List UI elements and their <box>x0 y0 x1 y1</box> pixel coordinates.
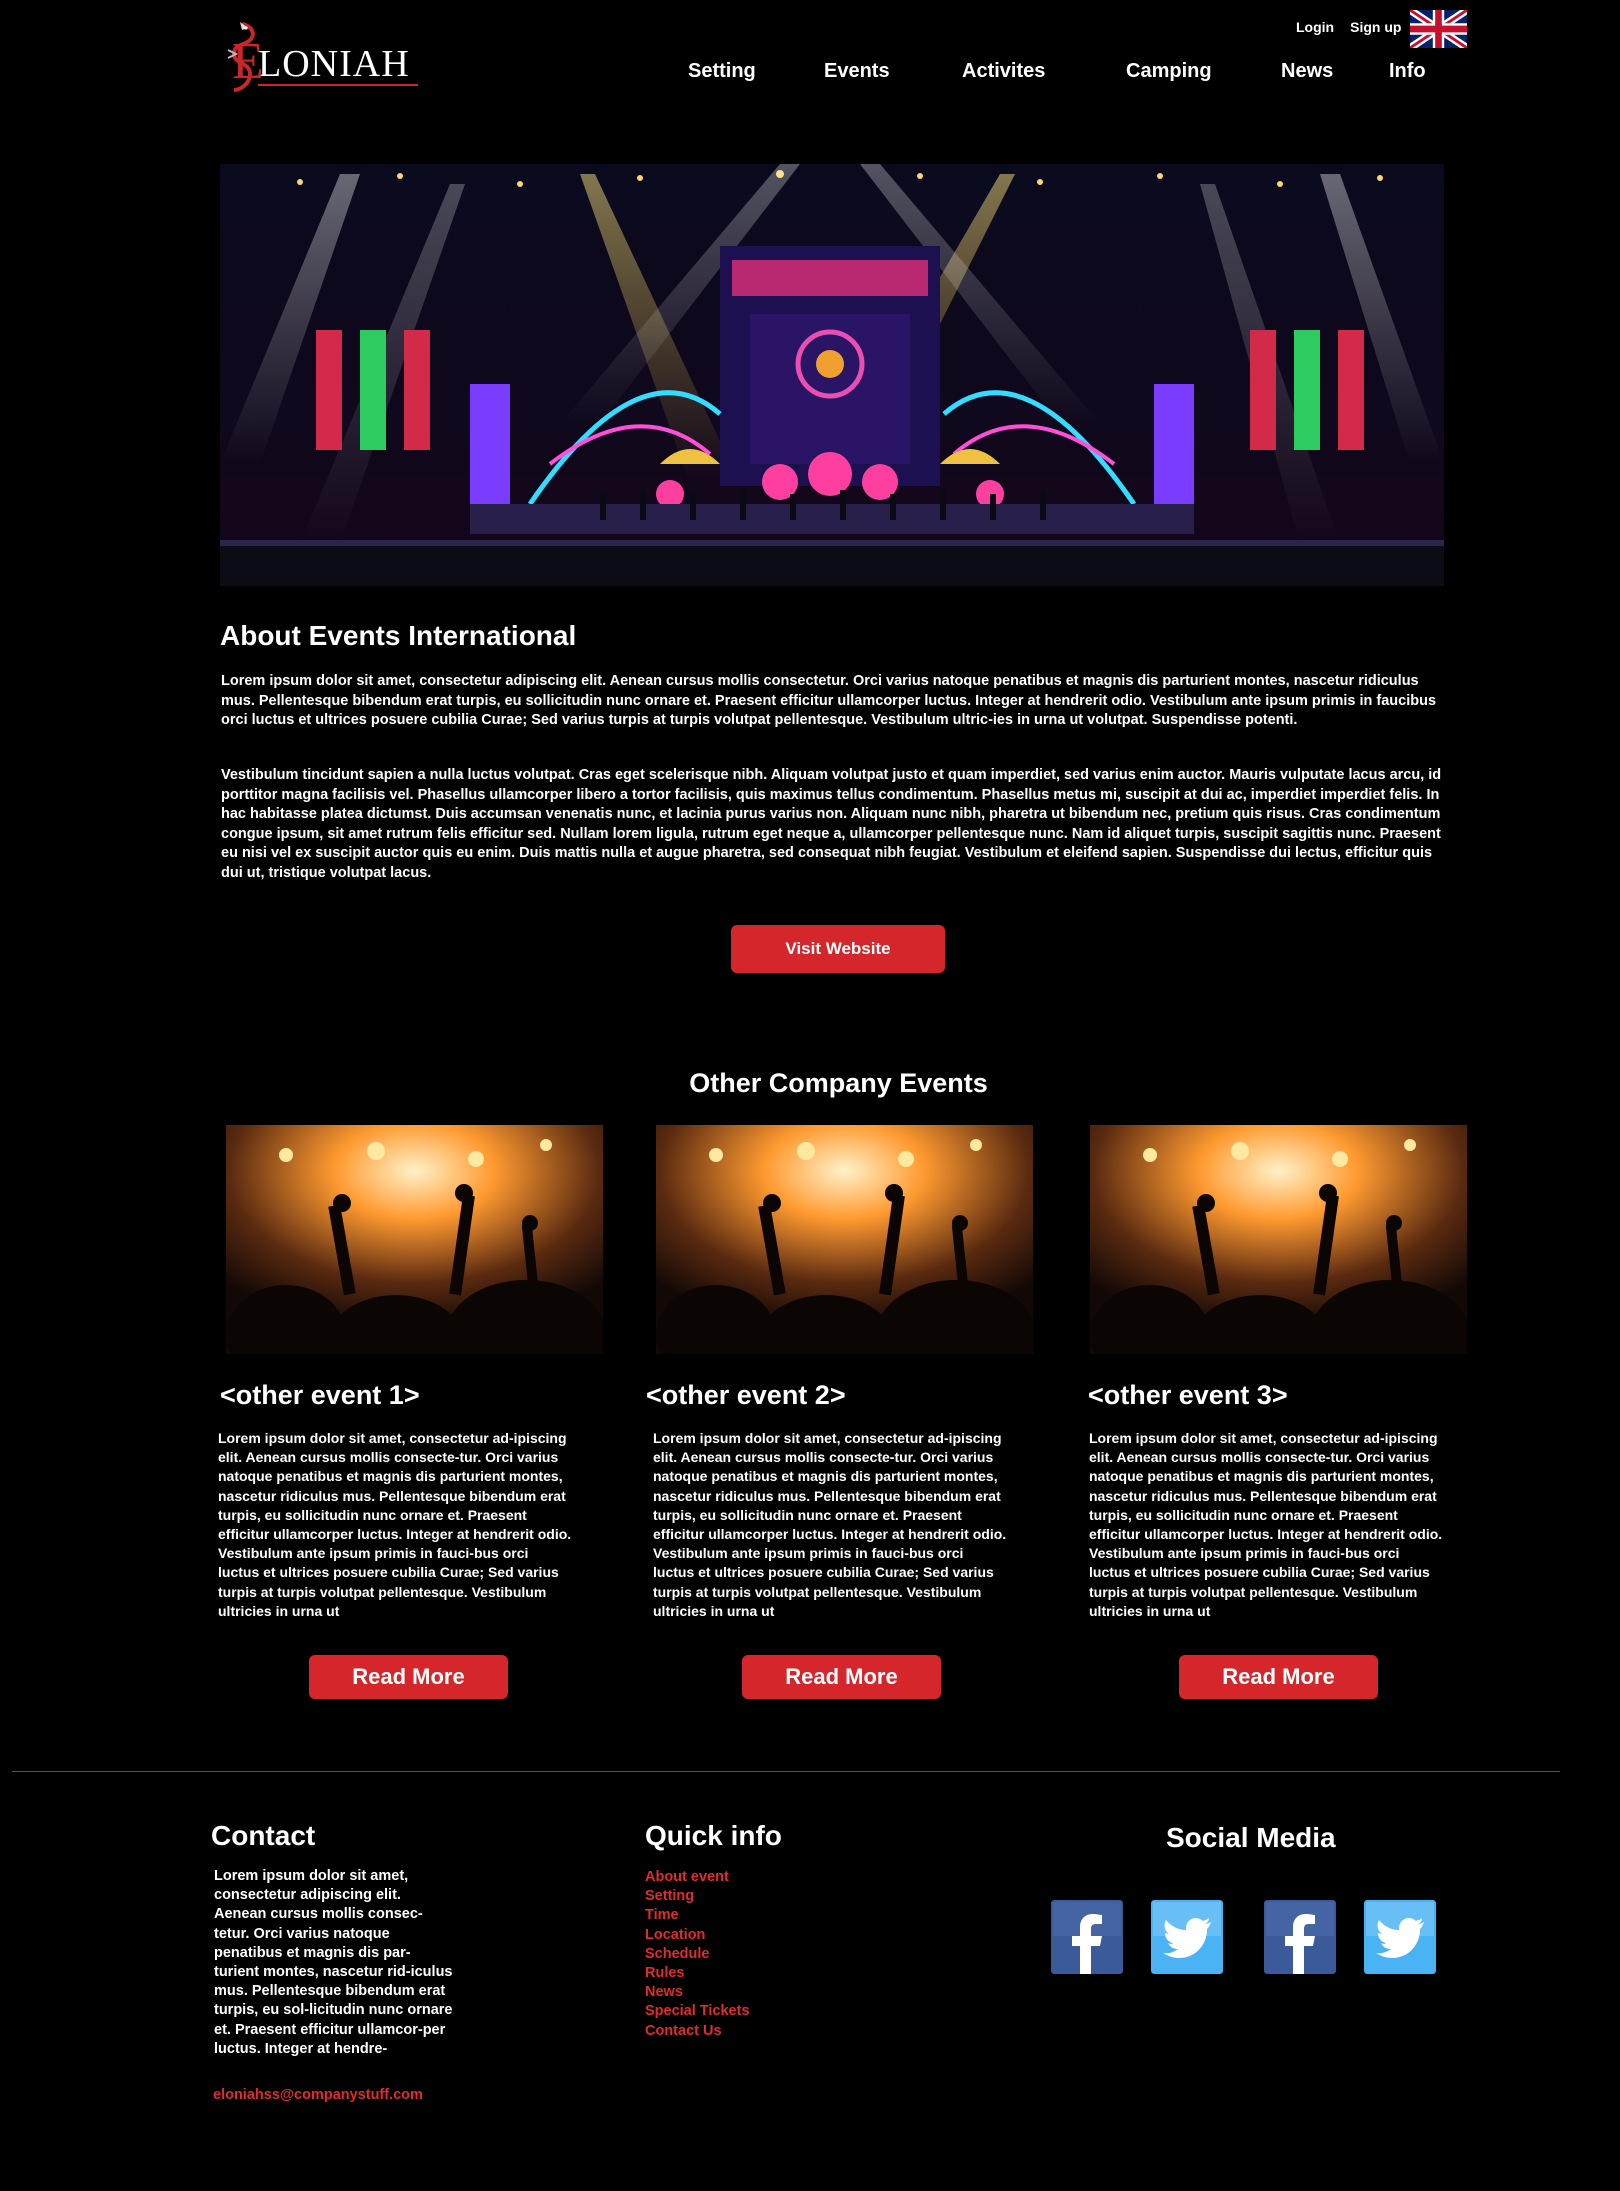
event-1-text: Lorem ipsum dolor sit amet, consectetur … <box>218 1430 572 1619</box>
quick-link-time[interactable]: Time <box>645 1906 750 1925</box>
account-links: Login Sign up <box>1296 19 1401 35</box>
quick-link-location[interactable]: Location <box>645 1926 750 1945</box>
nav-activites[interactable]: Activites <box>962 60 1045 83</box>
facebook-icon[interactable] <box>1051 1900 1123 1974</box>
quick-link-contact-us[interactable]: Contact Us <box>645 2022 750 2041</box>
quick-link-about-event[interactable]: About event <box>645 1868 750 1887</box>
quick-link-setting[interactable]: Setting <box>645 1887 750 1906</box>
twitter-icon[interactable] <box>1364 1900 1436 1974</box>
about-title: About Events International <box>220 620 577 651</box>
event-3-title: <other event 3> <box>1088 1380 1288 1410</box>
contact-text: Lorem ipsum dolor sit amet, consectetur … <box>214 1868 453 2057</box>
event-2-text: Lorem ipsum dolor sit amet, consectetur … <box>653 1430 1007 1619</box>
event-1-image <box>226 1125 603 1354</box>
event-2-title: <other event 2> <box>646 1380 846 1410</box>
quick-link-special-tickets[interactable]: Special Tickets <box>645 2002 750 2021</box>
event-2-read-more-button[interactable]: Read More <box>742 1655 941 1699</box>
signup-link[interactable]: Sign up <box>1350 19 1401 35</box>
contact-title: Contact <box>211 1820 316 1851</box>
main-nav: Setting Events Activites Camping News In… <box>0 60 1620 90</box>
nav-camping[interactable]: Camping <box>1126 60 1212 83</box>
event-1-title: <other event 1> <box>220 1380 420 1410</box>
quick-info-title: Quick info <box>645 1820 782 1851</box>
login-link[interactable]: Login <box>1296 19 1334 35</box>
nav-news[interactable]: News <box>1281 60 1333 83</box>
uk-flag-icon[interactable] <box>1410 10 1467 48</box>
twitter-icon[interactable] <box>1151 1900 1223 1974</box>
nav-setting[interactable]: Setting <box>688 60 756 83</box>
event-3-read-more-button[interactable]: Read More <box>1179 1655 1378 1699</box>
footer-divider <box>12 1771 1560 1772</box>
quick-link-schedule[interactable]: Schedule <box>645 1945 750 1964</box>
facebook-icon[interactable] <box>1264 1900 1336 1974</box>
event-2-image <box>656 1125 1033 1354</box>
about-paragraph-1: Lorem ipsum dolor sit amet, consectetur … <box>221 673 1437 728</box>
visit-website-button[interactable]: Visit Website <box>731 925 945 973</box>
quick-link-news[interactable]: News <box>645 1983 750 2002</box>
quick-link-rules[interactable]: Rules <box>645 1964 750 1983</box>
contact-email-link[interactable]: eloniahss@companystuff.com <box>213 2087 423 2103</box>
event-3-image <box>1090 1125 1467 1354</box>
quick-info-links: About event Setting Time Location Schedu… <box>645 1868 750 2041</box>
about-paragraph-2: Vestibulum tincidunt sapien a nulla luct… <box>221 767 1442 881</box>
hero-stage-image <box>220 164 1444 586</box>
event-1-read-more-button[interactable]: Read More <box>309 1655 508 1699</box>
event-3-text: Lorem ipsum dolor sit amet, consectetur … <box>1089 1430 1443 1619</box>
nav-events[interactable]: Events <box>824 60 890 83</box>
other-events-title: Other Company Events <box>689 1068 988 1098</box>
social-media-title: Social Media <box>1166 1822 1336 1853</box>
nav-info[interactable]: Info <box>1389 60 1426 83</box>
